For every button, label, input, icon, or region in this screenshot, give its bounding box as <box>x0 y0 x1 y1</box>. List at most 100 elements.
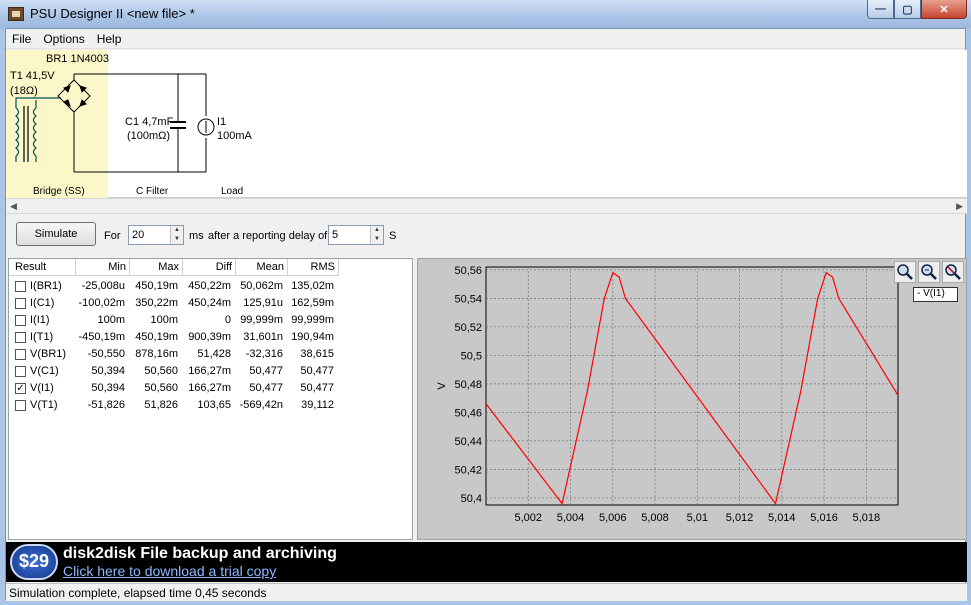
x-tick-label: 5,006 <box>599 512 627 524</box>
delay-value[interactable]: 5 <box>332 229 338 241</box>
x-tick-label: 5,002 <box>514 512 542 524</box>
header-result[interactable]: Result <box>9 259 76 276</box>
close-button[interactable]: ✕ <box>921 0 967 19</box>
spin-down-icon[interactable]: ▼ <box>171 235 183 244</box>
row-checkbox[interactable]: ✓ <box>15 383 26 394</box>
schematic-scrollbar[interactable]: ◀ ▶ <box>6 198 967 214</box>
section-bridge-label: Bridge (SS) <box>33 186 85 197</box>
x-tick-label: 5,01 <box>687 512 708 524</box>
row-checkbox[interactable] <box>15 298 26 309</box>
download-link[interactable]: Click here to download a trial copy <box>63 563 276 579</box>
x-tick-label: 5,012 <box>726 512 754 524</box>
delay-spinner[interactable]: 5 ▲ ▼ <box>328 225 384 245</box>
seconds-label: S <box>389 230 397 242</box>
y-tick-label: 50,56 <box>454 265 482 277</box>
row-checkbox[interactable] <box>15 366 26 377</box>
capacitor-esr: (100mΩ) <box>127 130 171 142</box>
window-title: PSU Designer II <new file> * <box>30 6 195 21</box>
x-tick-label: 5,014 <box>768 512 796 524</box>
table-row[interactable]: V(BR1) -50,550 878,16m 51,428 -32,316 38,615 <box>9 346 412 363</box>
price-badge: $29 <box>10 544 58 580</box>
ad-banner[interactable]: $29 disk2disk File backup and archiving … <box>6 542 967 582</box>
cell-rms: 190,94m <box>291 331 334 343</box>
row-name: V(I1) <box>30 382 54 394</box>
table-row[interactable]: V(C1) 50,394 50,560 166,27m 50,477 50,477 <box>9 363 412 380</box>
row-name: I(I1) <box>30 314 50 326</box>
simulate-button[interactable]: Simulate <box>16 222 96 246</box>
y-tick-label: 50,54 <box>454 293 482 305</box>
maximize-button[interactable]: ▢ <box>894 0 921 19</box>
table-row[interactable]: I(I1) 100m 100m 0 99,999m 99,999m <box>9 312 412 329</box>
y-tick-label: 50,46 <box>454 407 482 419</box>
results-table: Result Min Max Diff Mean RMS I(BR1) -25,0… <box>8 258 413 540</box>
row-checkbox[interactable] <box>15 349 26 360</box>
cell-min: 100m <box>97 314 125 326</box>
cell-mean: 50,477 <box>249 365 283 377</box>
cell-rms: 99,999m <box>291 314 334 326</box>
app-icon <box>8 7 24 21</box>
price-text: $29 <box>18 551 50 571</box>
cell-min: -100,02m <box>78 297 125 309</box>
table-row[interactable]: V(T1) -51,826 51,826 103,65 -569,42n 39,112 <box>9 397 412 414</box>
cell-mean: 31,601n <box>243 331 283 343</box>
plot-panel: 50,4 50,42 50,44 50,46 50,48 50,5 50,52 50,54 50… <box>417 258 967 540</box>
table-row[interactable]: ✓ V(I1) 50,394 50,560 166,27m 50,477 50,477 <box>9 380 412 397</box>
cell-max: 50,560 <box>144 365 178 377</box>
row-checkbox[interactable] <box>15 400 26 411</box>
cell-max: 100m <box>150 314 178 326</box>
spin-up-icon[interactable]: ▲ <box>371 226 383 235</box>
row-checkbox[interactable] <box>15 332 26 343</box>
banner-title: disk2disk File backup and archiving <box>63 545 337 562</box>
menu-file[interactable]: File <box>6 32 37 46</box>
cell-mean: 99,999m <box>240 314 283 326</box>
schematic-canvas[interactable]: BR1 1N4003 T1 41,5V (18Ω) C1 4,7mF (100m… <box>6 50 967 198</box>
cell-rms: 162,59m <box>291 297 334 309</box>
menu-bar: File Options Help <box>6 29 965 49</box>
zoom-in-icon[interactable] <box>894 261 916 283</box>
row-name: V(T1) <box>30 399 58 411</box>
zoom-fit-icon[interactable] <box>918 261 940 283</box>
cell-rms: 135,02m <box>291 280 334 292</box>
table-row[interactable]: I(T1) -450,19m 450,19m 900,39m 31,601n 190,94… <box>9 329 412 346</box>
cell-diff: 103,65 <box>197 399 231 411</box>
row-checkbox[interactable] <box>15 315 26 326</box>
y-tick-label: 50,5 <box>461 350 482 362</box>
y-tick-label: 50,42 <box>454 464 482 476</box>
transformer-resistance: (18Ω) <box>10 85 38 97</box>
header-mean[interactable]: Mean <box>236 259 288 276</box>
duration-value[interactable]: 20 <box>132 229 144 241</box>
menu-help[interactable]: Help <box>91 32 128 46</box>
scroll-left-icon[interactable]: ◀ <box>10 201 17 212</box>
cell-diff: 0 <box>224 314 231 326</box>
spin-down-icon[interactable]: ▼ <box>371 235 383 244</box>
table-row[interactable]: I(BR1) -25,008u 450,19m 450,22m 50,062m 135,0… <box>9 278 412 295</box>
menu-options[interactable]: Options <box>37 32 90 46</box>
duration-spinner[interactable]: 20 ▲ ▼ <box>128 225 184 245</box>
header-max[interactable]: Max <box>130 259 183 276</box>
cell-diff: 450,22m <box>188 280 231 292</box>
header-rms[interactable]: RMS <box>288 259 339 276</box>
header-min[interactable]: Min <box>76 259 130 276</box>
cell-mean: 125,91u <box>243 297 283 309</box>
capacitor-symbol <box>170 73 206 172</box>
status-text: Simulation complete, elapsed time 0,45 s… <box>9 586 267 600</box>
zoom-reset-icon[interactable] <box>942 261 964 283</box>
header-diff[interactable]: Diff <box>183 259 236 276</box>
table-row[interactable]: I(C1) -100,02m 350,22m 450,24m 125,91u 162,59… <box>9 295 412 312</box>
scroll-right-icon[interactable]: ▶ <box>956 201 963 212</box>
cell-mean: 50,477 <box>249 382 283 394</box>
row-checkbox[interactable] <box>15 281 26 292</box>
y-tick-label: 50,48 <box>454 379 482 391</box>
cell-diff: 900,39m <box>188 331 231 343</box>
spin-up-icon[interactable]: ▲ <box>171 226 183 235</box>
minimize-button[interactable]: — <box>867 0 894 19</box>
current-source-symbol <box>197 74 215 172</box>
cell-max: 450,19m <box>135 331 178 343</box>
section-load-label: Load <box>221 186 244 197</box>
row-name: V(C1) <box>30 365 59 377</box>
load-label: I1 <box>217 116 227 128</box>
cell-max: 450,19m <box>135 280 178 292</box>
load-value: 100mA <box>217 130 252 142</box>
cell-max: 51,826 <box>144 399 178 411</box>
cell-rms: 38,615 <box>300 348 334 360</box>
